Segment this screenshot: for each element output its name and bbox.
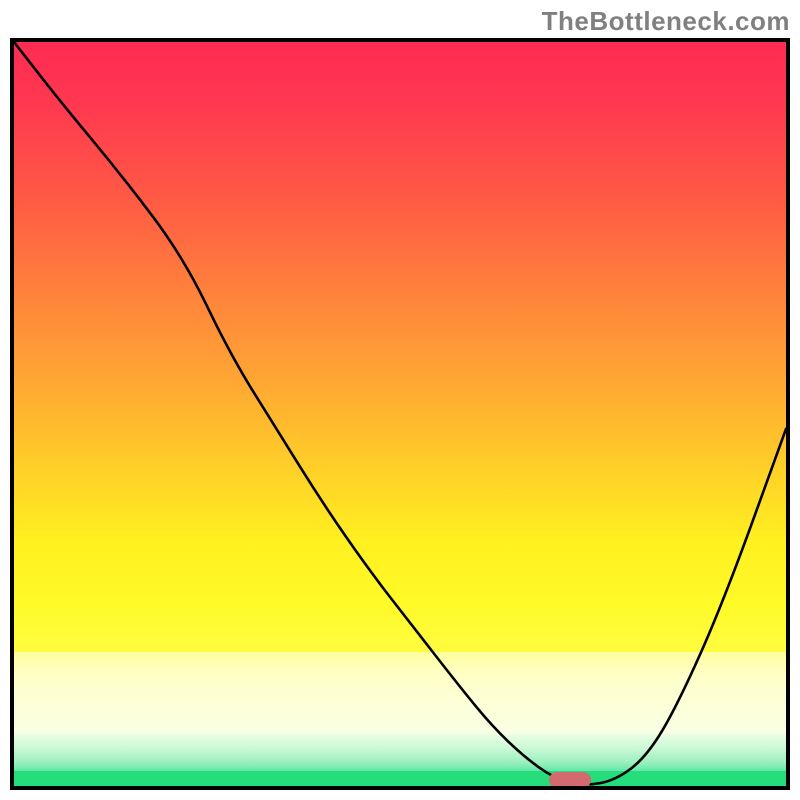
optimal-marker: [549, 772, 591, 788]
chart-container: TheBottleneck.com: [0, 0, 800, 800]
watermark-text: TheBottleneck.com: [542, 6, 790, 37]
curve-svg: [14, 42, 786, 786]
plot-frame: [10, 38, 790, 790]
plot-area: [14, 42, 786, 786]
bottleneck-curve: [14, 42, 786, 784]
